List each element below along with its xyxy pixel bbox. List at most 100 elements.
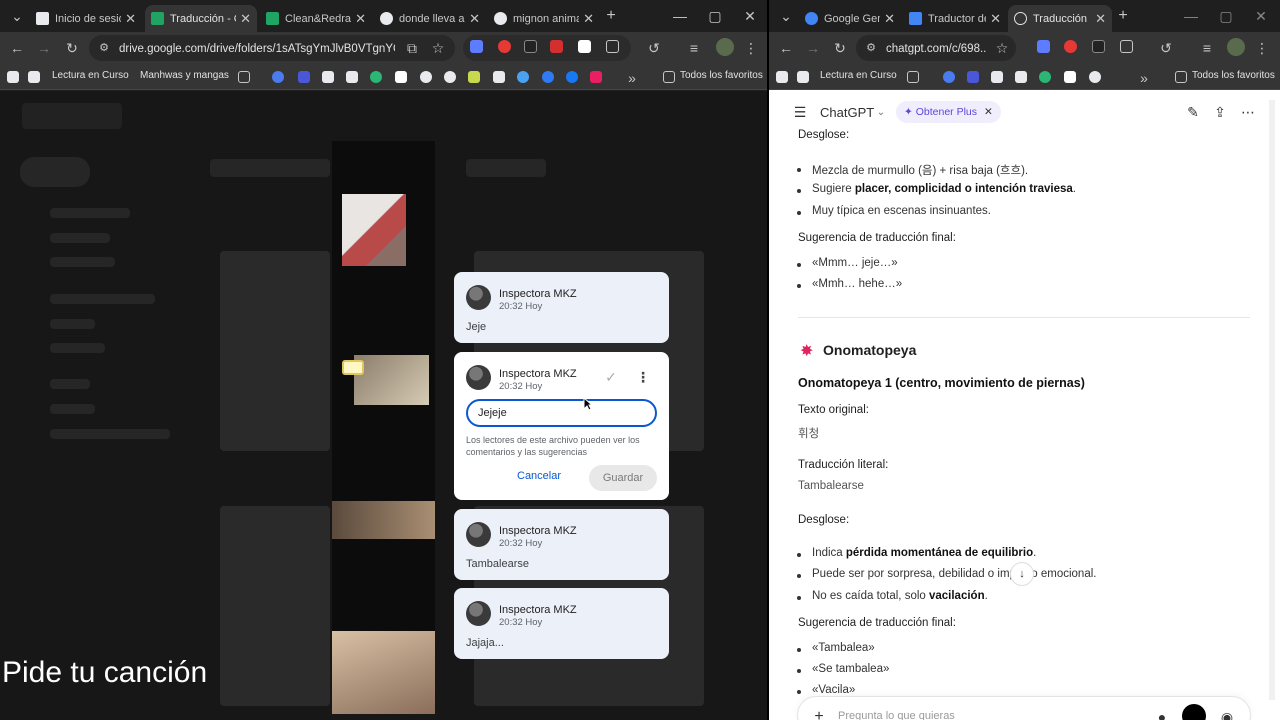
extension-icon[interactable] [550,40,563,53]
bookmark-icon[interactable] [346,71,358,83]
composer-input[interactable]: Pregunta lo que quieras [838,710,955,720]
bookmark-icon[interactable] [517,71,529,83]
bookmark-star-icon[interactable]: ☆ [429,40,447,56]
close-window-icon[interactable]: ✕ [741,8,759,24]
forward-icon[interactable]: → [35,40,53,56]
minimize-icon[interactable]: — [1182,8,1200,24]
bookmark-icon[interactable] [1089,71,1101,83]
tab-search-icon[interactable]: ⌄ [777,8,795,24]
cancel-button[interactable]: Cancelar [517,470,561,482]
profile-avatar[interactable] [716,38,734,56]
site-info-icon[interactable]: ⚙ [95,40,113,56]
bookmark-icon[interactable] [298,71,310,83]
bookmark-icon[interactable] [7,71,19,83]
reading-list-icon[interactable]: ≡ [1198,40,1216,56]
close-tab-icon[interactable]: ✕ [1095,11,1106,27]
reading-list-icon[interactable]: ≡ [685,40,703,56]
bookmark-icon[interactable] [395,71,407,83]
bookmark-icon[interactable] [1015,71,1027,83]
bookmark-icon[interactable] [776,71,788,83]
composer[interactable]: + Pregunta lo que quieras ● ◉ [798,697,1250,720]
tab-google-gemini[interactable]: Google Gem ✕ [799,5,901,32]
close-tab-icon[interactable]: ✕ [125,11,136,27]
tab-traduccion-chatgpt[interactable]: Traducción ✕ [1008,5,1112,32]
forward-icon[interactable]: → [804,40,822,56]
extension-icon[interactable] [498,40,511,53]
bookmark-icon[interactable] [28,71,40,83]
bookmark-icon[interactable] [370,71,382,83]
tab-donde-lleva[interactable]: donde lleva ac ✕ [374,5,486,32]
tab-clean-redraw[interactable]: Clean&Redraw ✕ [260,5,372,32]
comment-marker-icon[interactable] [342,360,364,375]
profile-avatar[interactable] [1227,38,1245,56]
reload-icon[interactable]: ↻ [63,40,81,56]
bookmark-icon[interactable] [590,71,602,83]
edit-comment-input[interactable]: Jejeje [466,399,657,427]
extension-icon[interactable] [1064,40,1077,53]
bookmark-manhwas[interactable]: Manhwas y mangas [140,70,229,81]
bookmark-icon[interactable] [322,71,334,83]
bookmark-icon[interactable] [797,71,809,83]
extension-icon[interactable] [1037,40,1050,53]
extension-icon[interactable] [578,40,591,53]
bookmark-icon[interactable] [542,71,554,83]
bookmark-icon[interactable] [1039,71,1051,83]
more-bookmarks-icon[interactable]: » [623,70,641,86]
eye-icon[interactable]: ◉ [1218,709,1236,720]
scrollbar[interactable] [1269,100,1275,700]
get-plus-button[interactable]: ✦ Obtener Plus ✕ [896,101,1001,123]
resolve-check-icon[interactable]: ✓ [602,369,620,385]
site-info-icon[interactable]: ⚙ [862,40,880,56]
scroll-down-button[interactable]: ↓ [1011,563,1033,585]
apps-grid-icon[interactable] [907,71,919,83]
bookmark-icon[interactable] [991,71,1003,83]
tab-traductor[interactable]: Traductor de ✕ [903,5,1007,32]
close-tab-icon[interactable]: ✕ [990,11,1001,27]
tab-search-icon[interactable]: ⌄ [8,8,26,24]
close-icon[interactable]: ✕ [984,106,993,118]
address-bar[interactable]: ⚙ chatgpt.com/c/698... ☆ [856,35,1016,61]
tab-inicio-sesion[interactable]: Inicio de sesión ✕ [30,5,142,32]
comment-card-editing[interactable]: Inspectora MKZ 20:32 Hoy ✓ ⋮ Jejeje Los … [454,352,669,500]
close-window-icon[interactable]: ✕ [1252,8,1270,24]
facebook-icon[interactable] [566,71,578,83]
save-button[interactable]: Guardar [589,465,657,491]
close-tab-icon[interactable]: ✕ [884,11,895,27]
menu-icon[interactable]: ⋮ [1253,40,1271,56]
all-bookmarks[interactable]: Todos los favoritos [680,70,763,81]
history-icon[interactable]: ↺ [645,40,663,56]
attach-plus-icon[interactable]: + [810,709,828,720]
bookmark-icon[interactable] [1064,71,1076,83]
minimize-icon[interactable]: — [671,8,689,24]
bookmark-icon[interactable] [943,71,955,83]
comment-card[interactable]: Inspectora MKZ 20:32 Hoy Jeje [454,272,669,343]
address-bar[interactable]: ⚙ drive.google.com/drive/folders/1sATsgY… [89,35,455,61]
model-selector[interactable]: ChatGPT [820,105,874,120]
history-icon[interactable]: ↺ [1157,40,1175,56]
bookmark-icon[interactable] [444,71,456,83]
more-options-icon[interactable]: ⋯ [1239,104,1257,120]
apps-grid-icon[interactable] [238,71,250,83]
comment-card[interactable]: Inspectora MKZ 20:32 Hoy Tambalearse [454,509,669,580]
more-bookmarks-icon[interactable]: » [1135,70,1153,86]
new-chat-icon[interactable]: ✎ [1184,104,1202,120]
reload-icon[interactable]: ↻ [831,40,849,56]
share-icon[interactable]: ⇪ [1211,104,1229,120]
comment-card[interactable]: Inspectora MKZ 20:32 Hoy Jajaja... [454,588,669,659]
maximize-icon[interactable]: ▢ [1217,8,1235,24]
install-app-icon[interactable]: ⧉ [403,40,421,56]
bookmark-icon[interactable] [967,71,979,83]
back-icon[interactable]: ← [8,40,26,56]
new-tab-icon[interactable]: + [1114,8,1132,24]
close-tab-icon[interactable]: ✕ [469,11,480,27]
sidebar-toggle-icon[interactable]: ☰ [791,104,809,120]
bookmark-icon[interactable] [468,71,480,83]
extensions-puzzle-icon[interactable] [1120,40,1133,53]
tab-mignon[interactable]: mignon anima ✕ [488,5,600,32]
extension-icon[interactable] [524,40,537,53]
microphone-icon[interactable]: ● [1153,709,1171,720]
extensions-puzzle-icon[interactable] [606,40,619,53]
close-tab-icon[interactable]: ✕ [240,11,251,27]
bookmark-lectura[interactable]: Lectura en Curso [52,70,129,81]
new-tab-icon[interactable]: + [602,8,620,24]
